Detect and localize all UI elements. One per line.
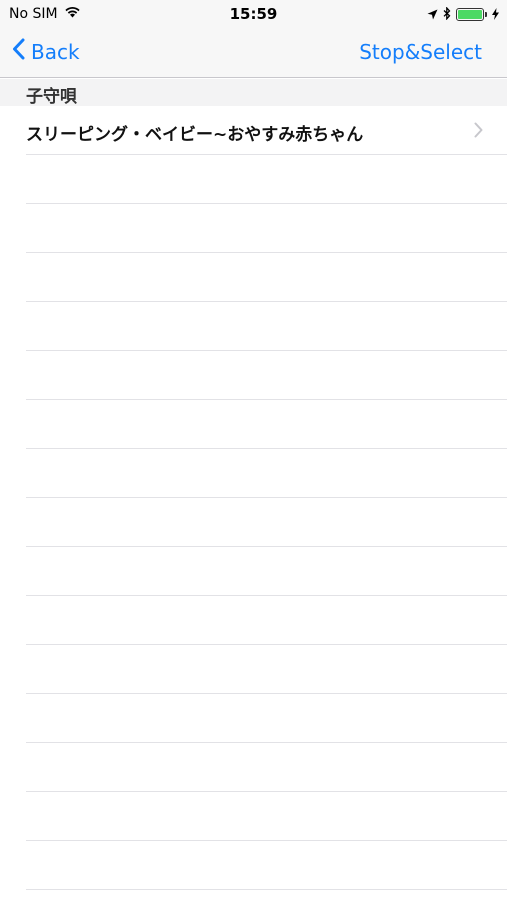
- bluetooth-icon: [443, 5, 451, 24]
- list-item[interactable]: スリーピング・ベイビー~おやすみ赤ちゃん: [0, 106, 507, 155]
- empty-row: [0, 694, 507, 743]
- empty-row: [0, 498, 507, 547]
- battery-fill: [458, 10, 482, 19]
- song-list: スリーピング・ベイビー~おやすみ赤ちゃん: [0, 106, 507, 890]
- empty-row: [0, 253, 507, 302]
- location-arrow-icon: [427, 5, 438, 24]
- charging-bolt-icon: [492, 5, 499, 24]
- back-button[interactable]: Back: [12, 38, 80, 65]
- section-header: 子守唄: [0, 79, 507, 107]
- status-icons: [427, 5, 499, 24]
- stop-select-button[interactable]: Stop&Select: [359, 40, 482, 64]
- section-header-title: 子守唄: [26, 87, 77, 107]
- navigation-bar: Back Stop&Select: [0, 28, 507, 78]
- empty-row: [0, 400, 507, 449]
- empty-row: [0, 302, 507, 351]
- back-button-label: Back: [31, 39, 80, 64]
- list-item-title: スリーピング・ベイビー~おやすみ赤ちゃん: [26, 125, 364, 145]
- empty-row: [0, 792, 507, 841]
- empty-row: [0, 155, 507, 204]
- battery-icon: [456, 8, 487, 21]
- empty-row: [0, 547, 507, 596]
- status-bar: No SIM 15:59: [0, 0, 507, 28]
- empty-row: [0, 841, 507, 890]
- chevron-right-icon: [474, 122, 483, 142]
- empty-row: [0, 596, 507, 645]
- chevron-left-icon: [12, 38, 25, 65]
- empty-row: [0, 645, 507, 694]
- empty-row: [0, 351, 507, 400]
- empty-row: [0, 449, 507, 498]
- screen: No SIM 15:59 Back Stop&Select 子守唄 スリーピング…: [0, 0, 507, 900]
- empty-row: [0, 204, 507, 253]
- empty-row: [0, 743, 507, 792]
